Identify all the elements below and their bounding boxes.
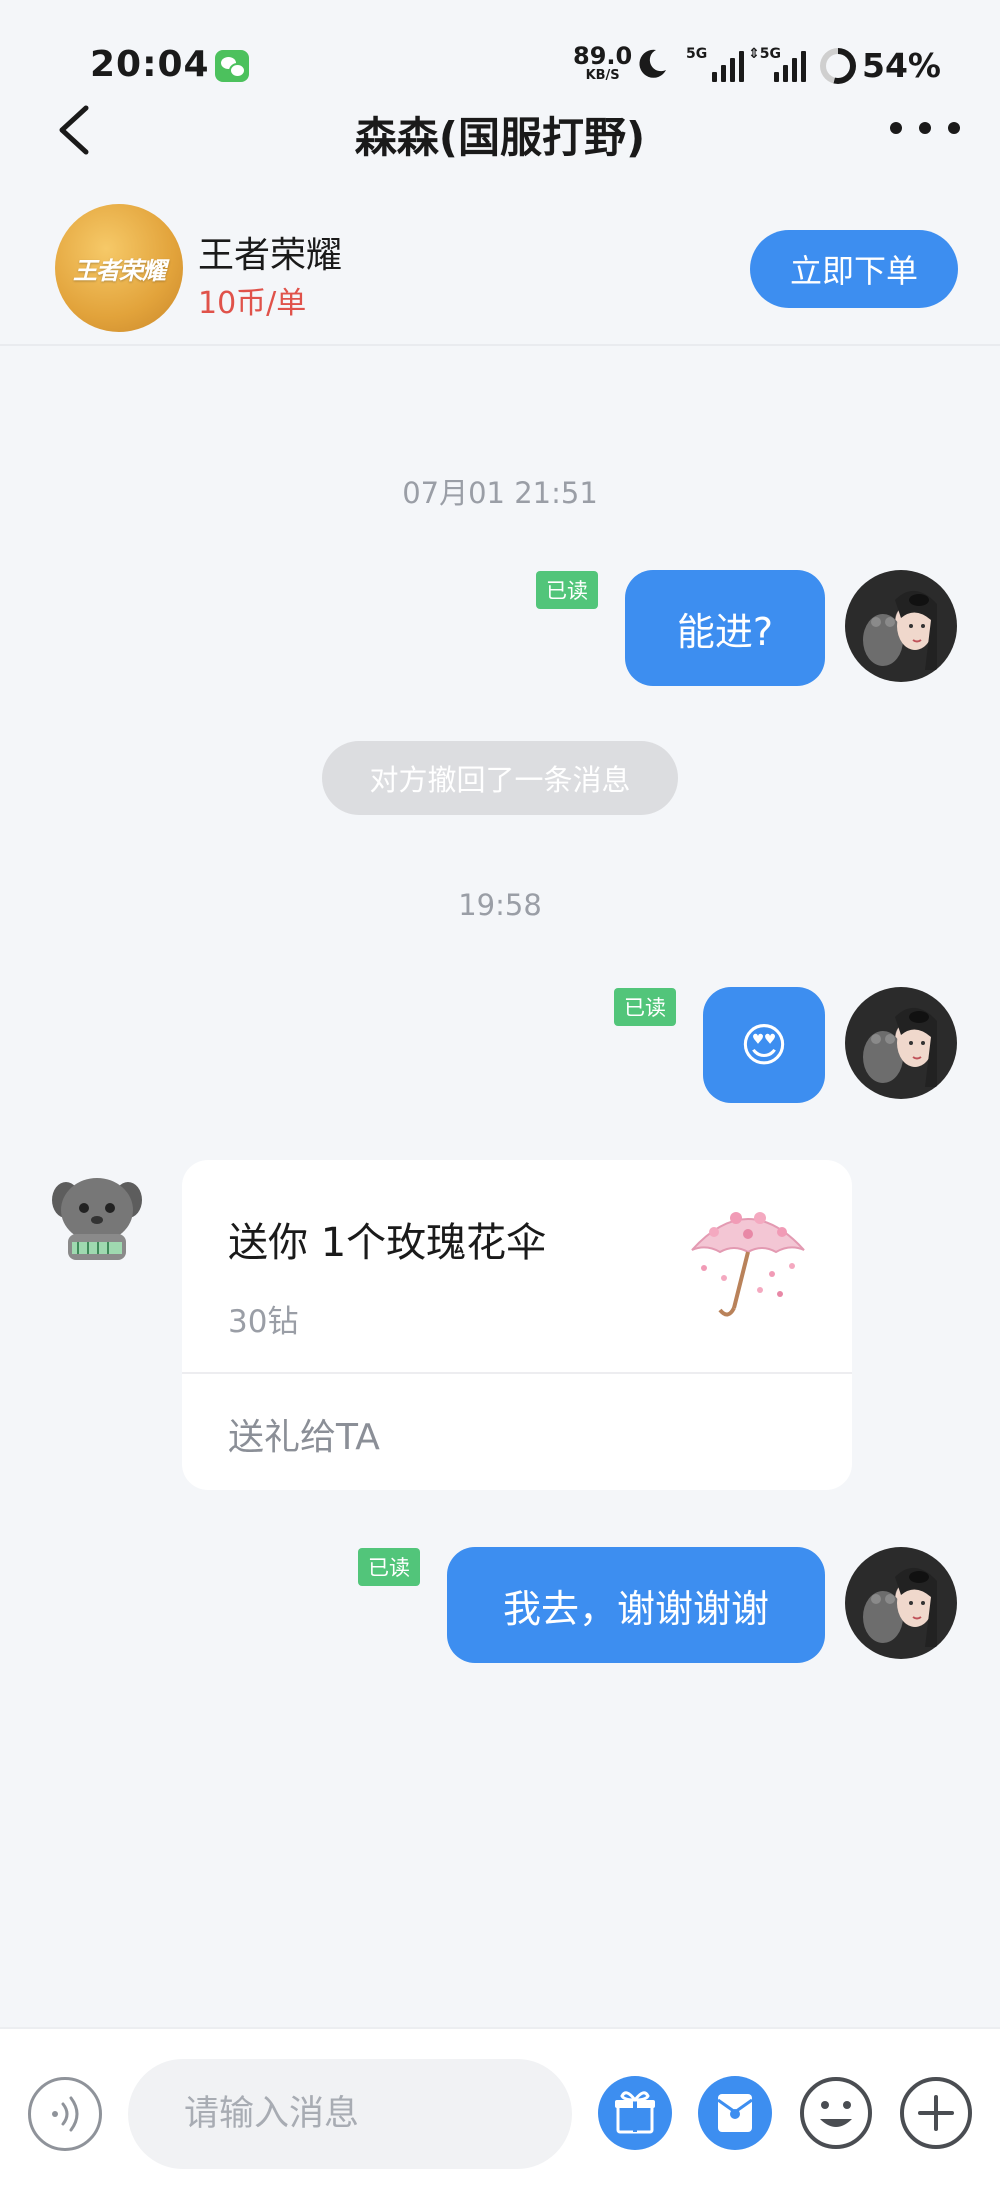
network-speed: 89.0 KB/S: [573, 44, 632, 82]
game-service-card: 王者荣耀 王者荣耀 10币/单 立即下单: [0, 186, 1000, 346]
network-speed-value: 89.0: [573, 42, 633, 70]
battery-icon: [820, 48, 856, 84]
user-avatar[interactable]: [845, 1547, 957, 1659]
battery-percent: 54%: [862, 46, 941, 85]
timestamp: 07月01 21:51: [402, 476, 598, 510]
read-badge: 已读: [614, 988, 676, 1026]
order-now-button[interactable]: 立即下单: [750, 230, 958, 308]
back-arrow-icon[interactable]: [52, 100, 102, 160]
divider: [182, 1372, 852, 1374]
page-title: 森森(国服打野): [354, 113, 646, 162]
read-badge: 已读: [536, 571, 598, 609]
recall-notice: 对方撤回了一条消息: [322, 741, 678, 815]
plus-icon[interactable]: [898, 2075, 974, 2151]
timestamp: 19:58: [458, 888, 542, 922]
signal-icon: 5G: [686, 46, 744, 82]
network-speed-unit: KB/S: [585, 68, 620, 83]
voice-input-icon[interactable]: [28, 2077, 102, 2151]
read-badge: 已读: [358, 1548, 420, 1586]
send-gift-link[interactable]: 送礼给TA: [228, 1408, 380, 1460]
status-time: 20:04: [90, 44, 210, 85]
contact-avatar[interactable]: [42, 1160, 152, 1270]
wechat-icon: [215, 50, 249, 82]
game-logo-text: 王者荣耀: [73, 256, 166, 285]
game-logo: 王者荣耀: [55, 204, 183, 332]
gift-price: 30钻: [228, 1304, 299, 1340]
red-packet-icon[interactable]: [698, 2076, 772, 2150]
gift-icon[interactable]: [598, 2076, 672, 2150]
game-price: 10币/单: [198, 286, 307, 321]
gift-title: 送你 1个玫瑰花伞: [228, 1220, 547, 1266]
moon-icon: [639, 49, 666, 78]
gift-message-card[interactable]: 送你 1个玫瑰花伞 30钻 送礼给TA: [182, 1160, 852, 1490]
emoji-message-bubble[interactable]: 😍: [703, 987, 825, 1103]
message-input-bar: [0, 2027, 1000, 2197]
user-avatar[interactable]: [845, 570, 957, 682]
emoji-icon[interactable]: [798, 2075, 874, 2151]
message-input[interactable]: [128, 2059, 572, 2169]
signal-tag: 5G: [686, 46, 708, 62]
status-bar: 20:04 89.0 KB/S 5G ⇕5G 54%: [0, 0, 1000, 100]
message-bubble[interactable]: 我去，谢谢谢谢: [447, 1547, 825, 1663]
signal-icon: ⇕5G: [748, 46, 806, 82]
game-name: 王者荣耀: [198, 235, 343, 276]
more-options-icon[interactable]: [890, 108, 960, 148]
rose-umbrella-image: [691, 1212, 805, 1317]
user-avatar[interactable]: [845, 987, 957, 1099]
message-bubble[interactable]: 能进?: [625, 570, 825, 686]
